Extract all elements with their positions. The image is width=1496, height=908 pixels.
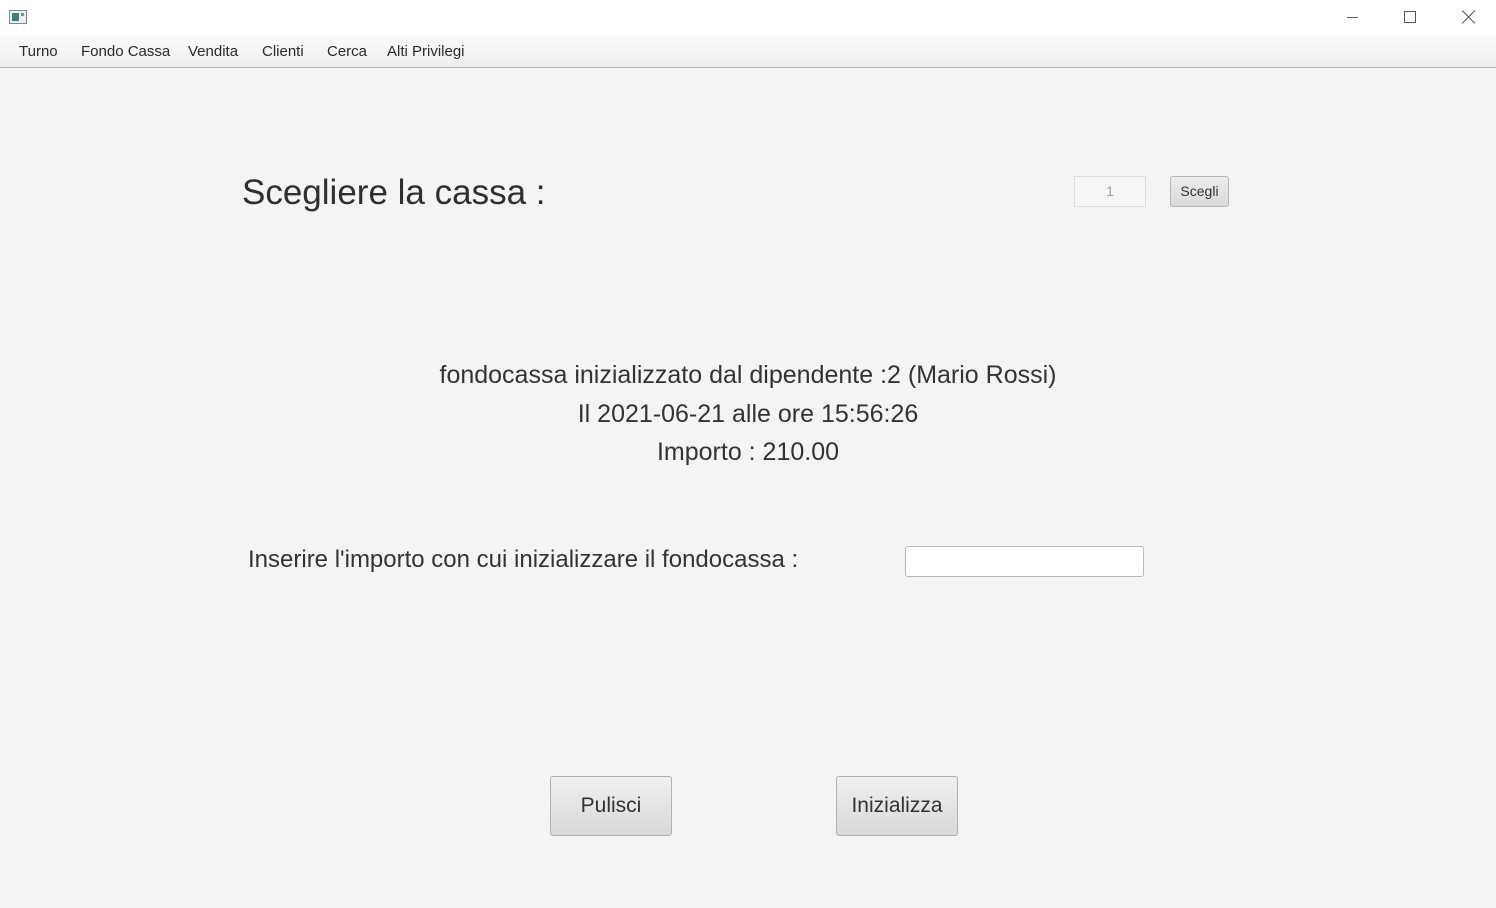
close-icon: [1462, 10, 1476, 24]
amount-label: Inserire l'importo con cui inizializzare…: [248, 546, 799, 573]
menu-alti-privilegi[interactable]: Alti Privilegi: [387, 43, 465, 60]
choose-cassa-button[interactable]: Scegli: [1170, 176, 1229, 207]
initialize-button[interactable]: Inizializza: [836, 776, 958, 836]
maximize-button[interactable]: [1387, 0, 1433, 34]
menu-bar: Turno Fondo Cassa Vendita Clienti Cerca …: [0, 36, 1496, 68]
cassa-heading: Scegliere la cassa :: [242, 173, 546, 212]
menu-clienti[interactable]: Clienti: [262, 43, 304, 60]
minimize-button[interactable]: [1329, 0, 1375, 34]
app-icon: [9, 10, 27, 24]
maximize-icon: [1404, 11, 1416, 23]
status-datetime-line: Il 2021-06-21 alle ore 15:56:26: [577, 400, 919, 428]
menu-fondo-cassa[interactable]: Fondo Cassa: [81, 43, 170, 60]
status-amount-line: Importo : 210.00: [656, 438, 840, 466]
clear-button[interactable]: Pulisci: [550, 776, 672, 836]
menu-cerca[interactable]: Cerca: [327, 43, 367, 60]
menu-vendita[interactable]: Vendita: [188, 43, 238, 60]
cassa-number-field[interactable]: 1: [1074, 176, 1146, 207]
menu-turno[interactable]: Turno: [19, 43, 58, 60]
minimize-icon: [1346, 16, 1358, 18]
amount-input[interactable]: [905, 546, 1144, 577]
status-employee-line: fondocassa inizializzato dal dipendente …: [439, 361, 1057, 389]
close-button[interactable]: [1446, 0, 1492, 34]
window-titlebar: [0, 0, 1496, 36]
